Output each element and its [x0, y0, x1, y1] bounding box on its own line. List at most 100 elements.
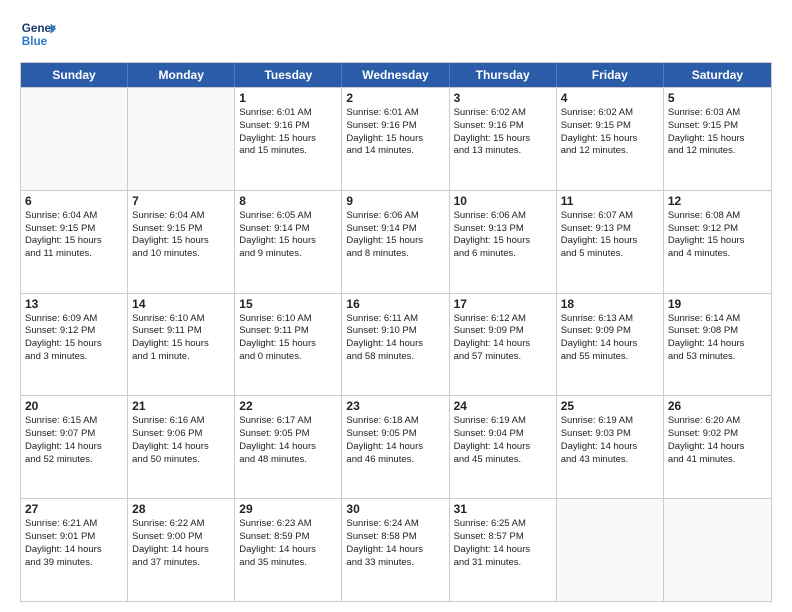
cell-info-line: and 6 minutes. [454, 248, 552, 261]
cell-info-line: Sunset: 9:16 PM [239, 120, 337, 133]
cell-info-line: Sunrise: 6:10 AM [239, 313, 337, 326]
cell-info-line: Daylight: 14 hours [25, 441, 123, 454]
day-number: 23 [346, 399, 444, 413]
cell-info-line: Sunrise: 6:04 AM [132, 210, 230, 223]
cell-info-line: Sunset: 9:16 PM [346, 120, 444, 133]
empty-cell [128, 88, 235, 190]
cell-info-line: Sunset: 9:04 PM [454, 428, 552, 441]
day-number: 15 [239, 297, 337, 311]
calendar-row-4: 27Sunrise: 6:21 AMSunset: 9:01 PMDayligh… [21, 498, 771, 601]
day-cell-28: 28Sunrise: 6:22 AMSunset: 9:00 PMDayligh… [128, 499, 235, 601]
day-cell-30: 30Sunrise: 6:24 AMSunset: 8:58 PMDayligh… [342, 499, 449, 601]
cell-info-line: and 46 minutes. [346, 454, 444, 467]
cell-info-line: Sunrise: 6:08 AM [668, 210, 767, 223]
cell-info-line: Sunrise: 6:04 AM [25, 210, 123, 223]
day-number: 14 [132, 297, 230, 311]
day-number: 21 [132, 399, 230, 413]
day-number: 28 [132, 502, 230, 516]
cell-info-line: and 8 minutes. [346, 248, 444, 261]
day-number: 2 [346, 91, 444, 105]
cell-info-line: Daylight: 15 hours [132, 338, 230, 351]
cell-info-line: Sunset: 9:15 PM [25, 223, 123, 236]
calendar-row-0: 1Sunrise: 6:01 AMSunset: 9:16 PMDaylight… [21, 87, 771, 190]
cell-info-line: and 10 minutes. [132, 248, 230, 261]
cell-info-line: Sunset: 8:57 PM [454, 531, 552, 544]
cell-info-line: Sunset: 9:11 PM [132, 325, 230, 338]
cell-info-line: Sunrise: 6:03 AM [668, 107, 767, 120]
cell-info-line: Daylight: 15 hours [346, 235, 444, 248]
calendar-body: 1Sunrise: 6:01 AMSunset: 9:16 PMDaylight… [21, 87, 771, 601]
cell-info-line: and 35 minutes. [239, 557, 337, 570]
cell-info-line: Sunset: 9:08 PM [668, 325, 767, 338]
empty-cell [557, 499, 664, 601]
cell-info-line: Daylight: 14 hours [561, 441, 659, 454]
day-number: 16 [346, 297, 444, 311]
header-day-monday: Monday [128, 63, 235, 87]
cell-info-line: Sunset: 9:00 PM [132, 531, 230, 544]
day-cell-17: 17Sunrise: 6:12 AMSunset: 9:09 PMDayligh… [450, 294, 557, 396]
cell-info-line: Sunset: 9:01 PM [25, 531, 123, 544]
cell-info-line: Sunrise: 6:19 AM [454, 415, 552, 428]
cell-info-line: and 15 minutes. [239, 145, 337, 158]
calendar-row-1: 6Sunrise: 6:04 AMSunset: 9:15 PMDaylight… [21, 190, 771, 293]
day-number: 12 [668, 194, 767, 208]
cell-info-line: Sunset: 9:14 PM [239, 223, 337, 236]
cell-info-line: Daylight: 15 hours [25, 235, 123, 248]
cell-info-line: Daylight: 14 hours [668, 441, 767, 454]
day-cell-23: 23Sunrise: 6:18 AMSunset: 9:05 PMDayligh… [342, 396, 449, 498]
day-number: 20 [25, 399, 123, 413]
day-number: 3 [454, 91, 552, 105]
header-day-sunday: Sunday [21, 63, 128, 87]
cell-info-line: Daylight: 15 hours [25, 338, 123, 351]
cell-info-line: Sunset: 9:02 PM [668, 428, 767, 441]
day-number: 22 [239, 399, 337, 413]
cell-info-line: Sunset: 9:09 PM [561, 325, 659, 338]
cell-info-line: and 50 minutes. [132, 454, 230, 467]
cell-info-line: Sunset: 9:03 PM [561, 428, 659, 441]
header: General Blue [20, 16, 772, 52]
calendar-row-2: 13Sunrise: 6:09 AMSunset: 9:12 PMDayligh… [21, 293, 771, 396]
cell-info-line: and 55 minutes. [561, 351, 659, 364]
cell-info-line: and 31 minutes. [454, 557, 552, 570]
cell-info-line: and 33 minutes. [346, 557, 444, 570]
day-number: 25 [561, 399, 659, 413]
day-cell-9: 9Sunrise: 6:06 AMSunset: 9:14 PMDaylight… [342, 191, 449, 293]
cell-info-line: Daylight: 15 hours [239, 338, 337, 351]
cell-info-line: Sunset: 9:15 PM [132, 223, 230, 236]
cell-info-line: Daylight: 14 hours [454, 441, 552, 454]
cell-info-line: Sunrise: 6:05 AM [239, 210, 337, 223]
cell-info-line: Daylight: 15 hours [454, 133, 552, 146]
cell-info-line: Sunrise: 6:20 AM [668, 415, 767, 428]
day-number: 8 [239, 194, 337, 208]
cell-info-line: Sunset: 9:05 PM [346, 428, 444, 441]
cell-info-line: Daylight: 15 hours [668, 133, 767, 146]
day-cell-1: 1Sunrise: 6:01 AMSunset: 9:16 PMDaylight… [235, 88, 342, 190]
cell-info-line: Daylight: 14 hours [454, 544, 552, 557]
cell-info-line: Sunrise: 6:11 AM [346, 313, 444, 326]
header-day-saturday: Saturday [664, 63, 771, 87]
cell-info-line: Sunset: 9:15 PM [668, 120, 767, 133]
cell-info-line: Sunrise: 6:10 AM [132, 313, 230, 326]
cell-info-line: Daylight: 15 hours [454, 235, 552, 248]
day-cell-11: 11Sunrise: 6:07 AMSunset: 9:13 PMDayligh… [557, 191, 664, 293]
day-number: 4 [561, 91, 659, 105]
cell-info-line: Sunrise: 6:23 AM [239, 518, 337, 531]
cell-info-line: Sunset: 9:14 PM [346, 223, 444, 236]
cell-info-line: and 41 minutes. [668, 454, 767, 467]
cell-info-line: Daylight: 15 hours [239, 133, 337, 146]
cell-info-line: Sunrise: 6:06 AM [346, 210, 444, 223]
cell-info-line: Sunset: 8:59 PM [239, 531, 337, 544]
cell-info-line: Sunset: 9:07 PM [25, 428, 123, 441]
cell-info-line: Sunrise: 6:15 AM [25, 415, 123, 428]
day-cell-3: 3Sunrise: 6:02 AMSunset: 9:16 PMDaylight… [450, 88, 557, 190]
cell-info-line: Sunset: 8:58 PM [346, 531, 444, 544]
cell-info-line: Sunrise: 6:18 AM [346, 415, 444, 428]
empty-cell [664, 499, 771, 601]
header-day-wednesday: Wednesday [342, 63, 449, 87]
cell-info-line: Sunset: 9:13 PM [561, 223, 659, 236]
cell-info-line: Daylight: 14 hours [25, 544, 123, 557]
cell-info-line: and 48 minutes. [239, 454, 337, 467]
header-day-tuesday: Tuesday [235, 63, 342, 87]
day-number: 19 [668, 297, 767, 311]
day-cell-31: 31Sunrise: 6:25 AMSunset: 8:57 PMDayligh… [450, 499, 557, 601]
